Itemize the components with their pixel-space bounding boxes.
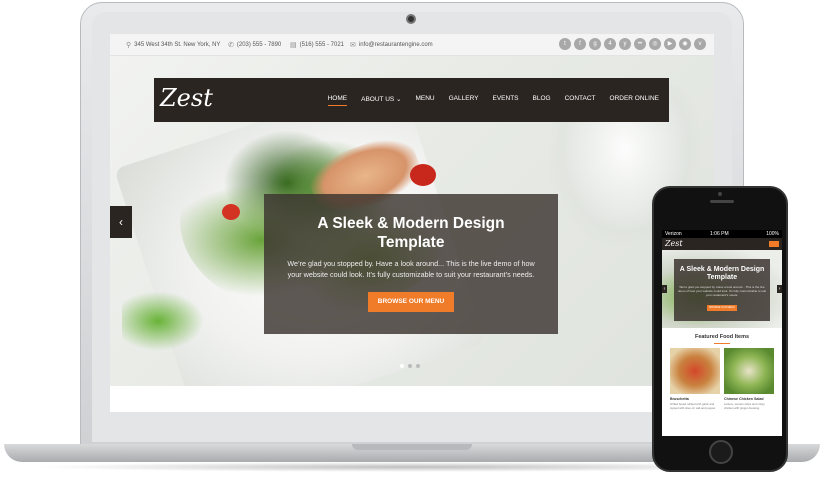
foursquare-icon[interactable]: 4 <box>604 38 616 50</box>
hero-text: We’re glad you stopped by. Have a look a… <box>287 259 535 279</box>
phone-header: Zest <box>662 238 782 250</box>
phone-hero-title: A Sleek & Modern Design Template <box>679 266 765 281</box>
featured-title: Featured Food Items <box>694 334 750 340</box>
fax-icon: ▤ <box>290 42 297 49</box>
food-card-name: Chinese Chicken Salad <box>724 397 764 401</box>
phone-speaker <box>710 200 734 203</box>
email-info[interactable]: ✉ info@restaurantengine.com <box>350 41 433 49</box>
hero-slider: Zest HOME ABOUT US ⌄ MENU GALLERY EVENTS… <box>110 56 714 386</box>
phone-site-logo[interactable]: Zest <box>665 239 683 248</box>
food-card[interactable]: Bruschetta Grilled bread rubbed with gar… <box>670 348 720 410</box>
camera-icon <box>406 14 416 24</box>
slider-dot[interactable] <box>416 364 420 368</box>
battery-label: 100% <box>766 231 779 237</box>
menu-item-menu[interactable]: MENU <box>415 95 434 103</box>
site-logo[interactable]: Zest <box>160 84 213 112</box>
menu-item-gallery[interactable]: GALLERY <box>449 95 479 103</box>
phone-icon: ✆ <box>228 42 234 49</box>
address-text: 345 West 34th St. New York, NY <box>134 42 221 48</box>
phone-prev-button[interactable]: ‹ <box>662 285 667 293</box>
main-menu: HOME ABOUT US ⌄ MENU GALLERY EVENTS BLOG… <box>327 95 659 106</box>
phone-info[interactable]: ✆ (203) 555 - 7890 <box>228 41 281 49</box>
phone-screen: Verizon 1:06 PM 100% Zest ‹ › A Sleek & … <box>662 230 782 436</box>
address-info: ⚲ 345 West 34th St. New York, NY <box>126 41 220 49</box>
phone-device: Verizon 1:06 PM 100% Zest ‹ › A Sleek & … <box>652 186 788 472</box>
fax-text: (516) 555 - 7021 <box>299 42 344 48</box>
laptop-notch <box>352 444 472 450</box>
chicken-salad-image <box>724 348 774 394</box>
hero-title: A Sleek & Modern Design Template <box>317 215 505 251</box>
menu-item-events[interactable]: EVENTS <box>493 95 519 103</box>
twitter-icon[interactable]: t <box>559 38 571 50</box>
youtube-icon[interactable]: ▶ <box>664 38 676 50</box>
facebook-icon[interactable]: f <box>574 38 586 50</box>
phone-next-button[interactable]: › <box>777 285 782 293</box>
tomato-image <box>222 204 240 220</box>
menu-item-about[interactable]: ABOUT US ⌄ <box>361 95 401 103</box>
slider-prev-button[interactable]: ‹ <box>110 206 132 238</box>
bruschetta-image <box>670 348 720 394</box>
phone-status-bar: Verizon 1:06 PM 100% <box>662 230 782 238</box>
social-links: t f g 4 y •• ◎ ▶ ◉ v <box>559 38 706 50</box>
herb-image <box>122 286 212 356</box>
food-card-desc: Lettuce, wonton strips and crispy chicke… <box>724 402 765 410</box>
vimeo-icon[interactable]: v <box>694 38 706 50</box>
carrier-label: Verizon <box>665 231 682 237</box>
tripadvisor-icon[interactable]: ◉ <box>679 38 691 50</box>
menu-item-home[interactable]: HOME <box>327 95 347 106</box>
slider-dot[interactable] <box>408 364 412 368</box>
fax-info: ▤ (516) 555 - 7021 <box>290 41 344 49</box>
flickr-icon[interactable]: •• <box>634 38 646 50</box>
menu-item-blog[interactable]: BLOG <box>533 95 551 103</box>
yelp-icon[interactable]: y <box>619 38 631 50</box>
food-card[interactable]: Chinese Chicken Salad Lettuce, wonton st… <box>724 348 774 410</box>
hero-caption: A Sleek & Modern Design Template We’re g… <box>264 194 558 334</box>
food-card-desc: Grilled bread rubbed with garlic and top… <box>670 402 716 410</box>
menu-item-contact[interactable]: CONTACT <box>565 95 596 103</box>
mail-icon: ✉ <box>350 42 356 49</box>
instagram-icon[interactable]: ◎ <box>649 38 661 50</box>
browse-menu-button[interactable]: BROWSE OUR MENU <box>368 292 454 312</box>
main-navbar: Zest HOME ABOUT US ⌄ MENU GALLERY EVENTS… <box>154 78 669 122</box>
menu-item-order-online[interactable]: ORDER ONLINE <box>610 95 659 103</box>
clock-label: 1:06 PM <box>710 231 729 237</box>
phone-hero-text: We’re glad you stopped by. Have a look a… <box>678 285 766 297</box>
phone-text: (203) 555 - 7890 <box>236 42 282 48</box>
phone-camera-icon <box>718 192 722 196</box>
map-pin-icon: ⚲ <box>126 42 132 49</box>
googleplus-icon[interactable]: g <box>589 38 601 50</box>
hamburger-menu-icon[interactable] <box>769 241 779 247</box>
phone-home-button[interactable] <box>709 440 733 464</box>
slider-dot[interactable] <box>400 364 404 368</box>
featured-underline <box>714 343 730 344</box>
tomato-image <box>410 164 436 186</box>
laptop-screen: ⚲ 345 West 34th St. New York, NY ✆ (203)… <box>110 34 714 412</box>
slider-dots <box>400 364 420 368</box>
info-bar: ⚲ 345 West 34th St. New York, NY ✆ (203)… <box>110 34 714 56</box>
phone-browse-menu-button[interactable]: BROWSE OUR MENU <box>707 305 737 311</box>
phone-hero-caption: A Sleek & Modern Design Template We’re g… <box>674 259 770 321</box>
email-text: info@restaurantengine.com <box>358 42 433 48</box>
food-card-name: Bruschetta <box>670 397 689 401</box>
phone-hero: ‹ › A Sleek & Modern Design Template We’… <box>662 250 782 328</box>
